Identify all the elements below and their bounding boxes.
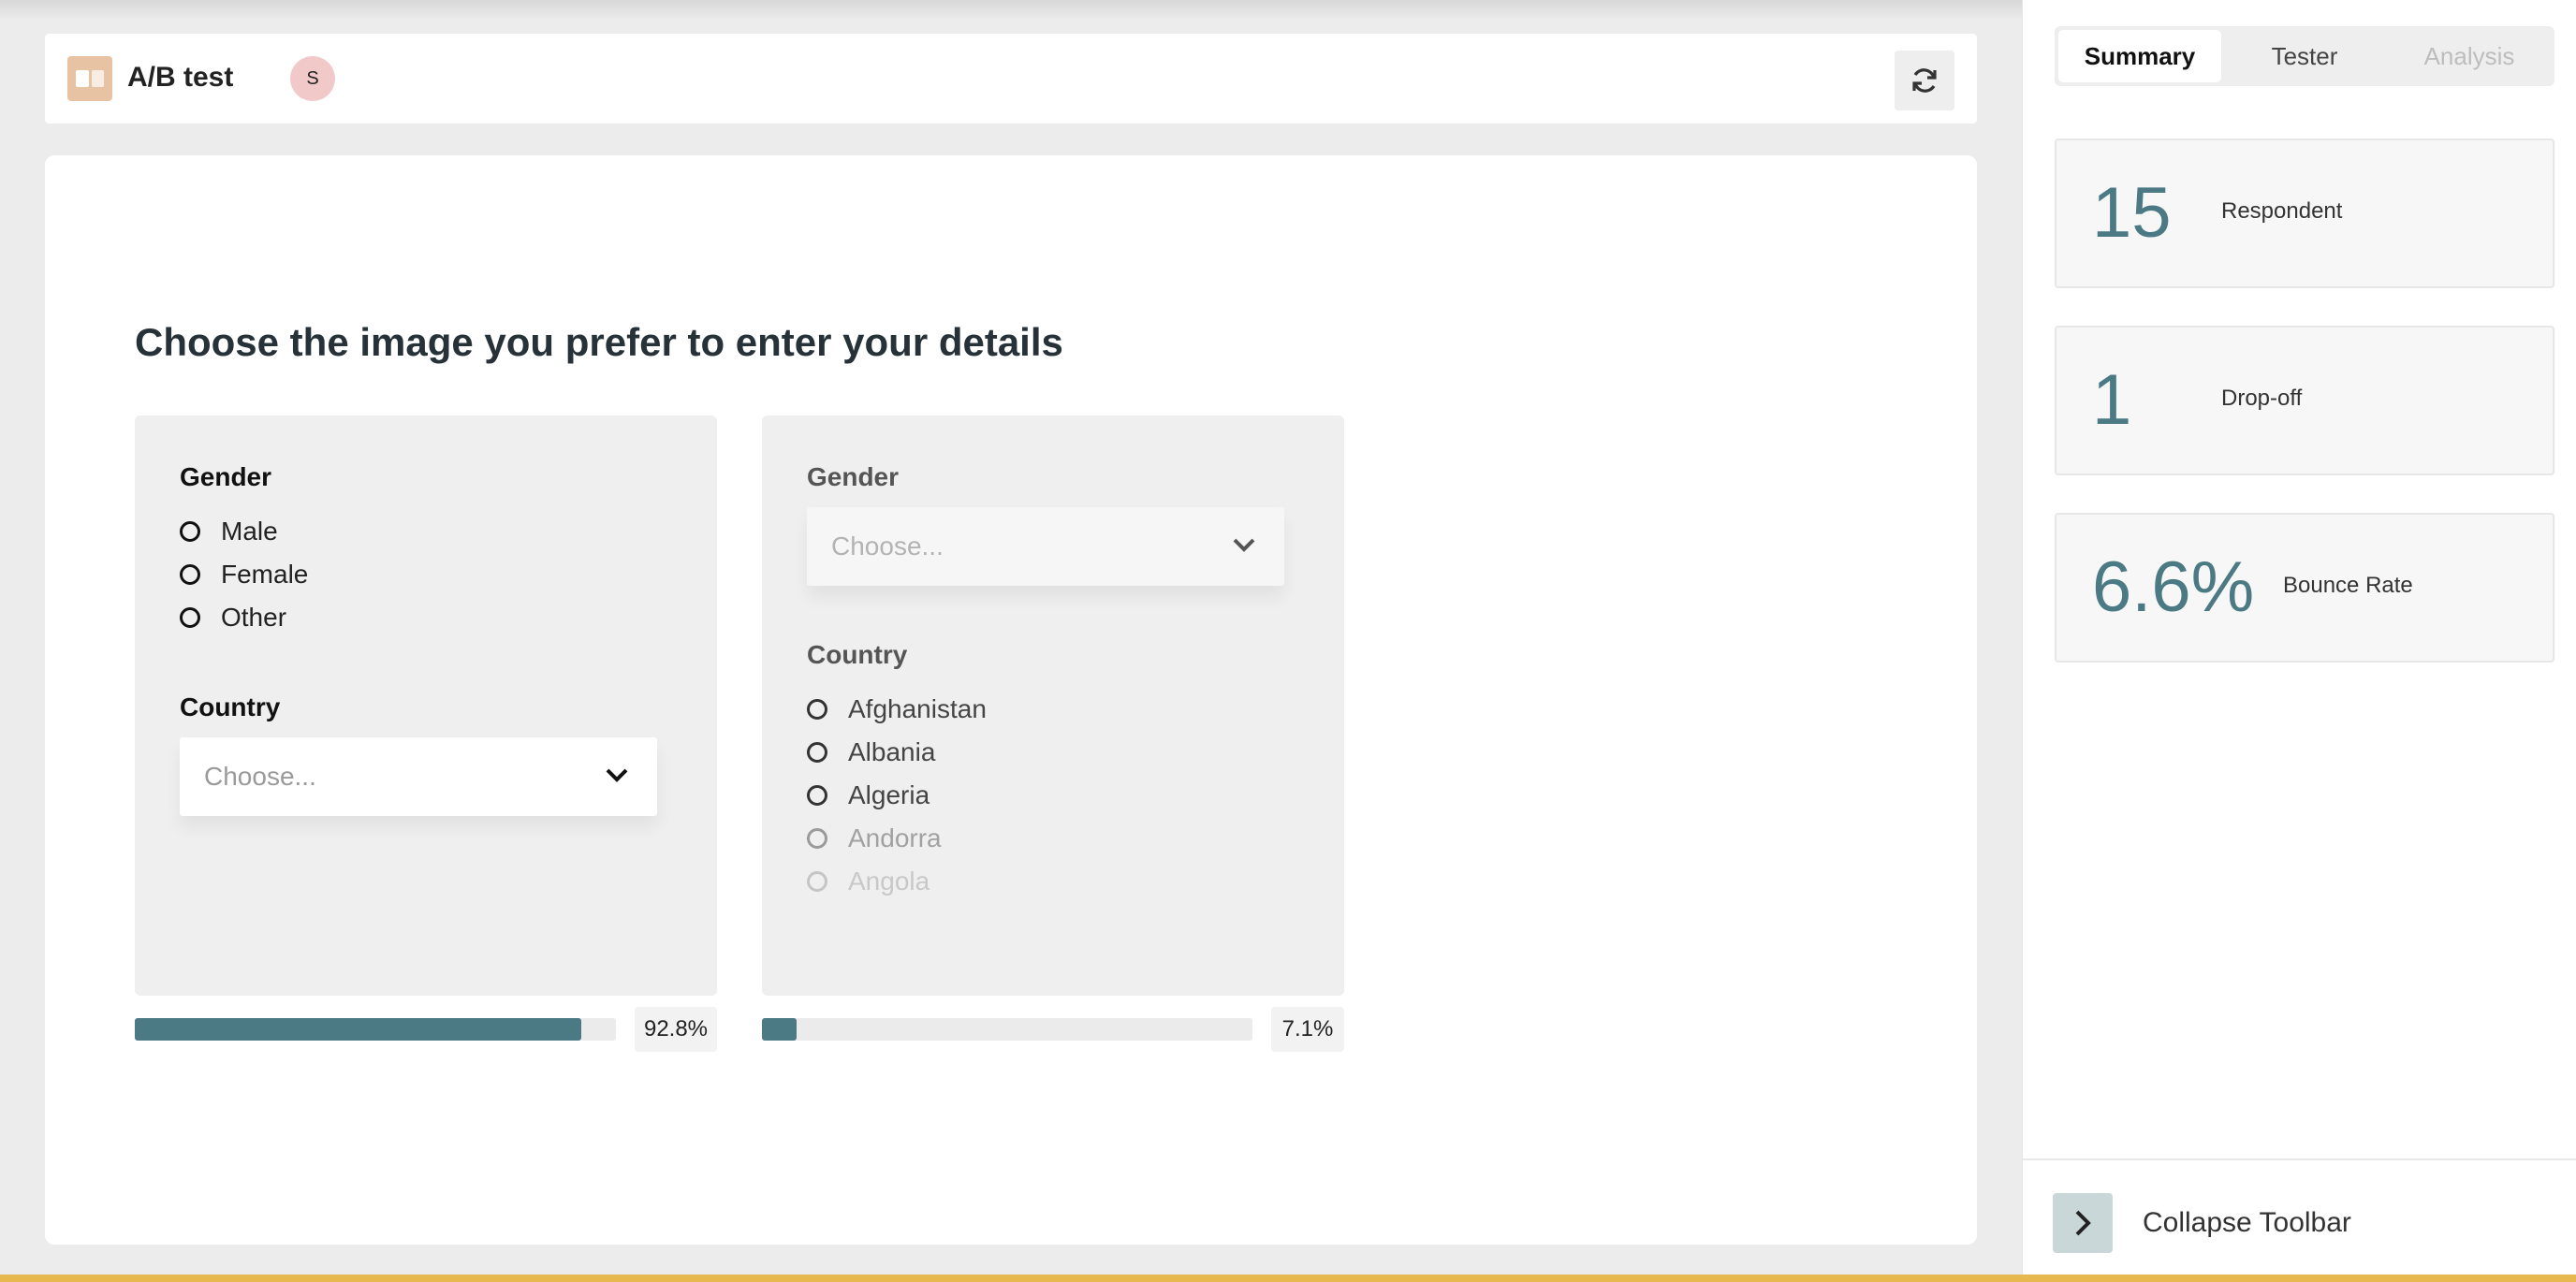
- radio-circle-icon: [807, 699, 827, 720]
- radio-label: Algeria: [848, 780, 930, 809]
- radio-label: Afghanistan: [848, 694, 987, 723]
- select-placeholder: Choose...: [831, 532, 944, 561]
- gender-label: Gender: [180, 462, 272, 491]
- page-title: A/B test: [127, 62, 234, 93]
- radio-circle-icon: [807, 828, 827, 849]
- radio-option-andorra[interactable]: Andorra: [807, 820, 942, 857]
- radio-option-albania[interactable]: Albania: [807, 734, 935, 771]
- gender-select[interactable]: Choose...: [807, 507, 1284, 586]
- tab-summary[interactable]: Summary: [2058, 30, 2221, 82]
- content-card: Choose the image you prefer to enter you…: [45, 155, 1977, 1245]
- radio-option-other[interactable]: Other: [180, 599, 286, 636]
- radio-option-algeria[interactable]: Algeria: [807, 777, 929, 814]
- radio-circle-icon: [180, 521, 200, 542]
- variant-a-result-fill: [135, 1018, 581, 1041]
- country-label: Country: [807, 640, 908, 669]
- radio-option-female[interactable]: Female: [180, 556, 308, 593]
- radio-label: Male: [221, 517, 278, 546]
- right-sidebar: Summary Tester Analysis 15 Respondent 1 …: [2022, 0, 2576, 1275]
- collapse-toolbar-button[interactable]: [2053, 1193, 2113, 1253]
- stat-value: 1: [2092, 360, 2132, 440]
- radio-circle-icon: [180, 607, 200, 628]
- radio-circle-icon: [807, 871, 827, 892]
- select-placeholder: Choose...: [204, 762, 316, 791]
- stat-card-respondent: 15 Respondent: [2055, 138, 2554, 288]
- variant-a-preview[interactable]: Gender Male Female Other Country Choose.…: [135, 415, 717, 996]
- variant-b-result-label: 7.1%: [1271, 1007, 1344, 1052]
- tab-tester[interactable]: Tester: [2223, 30, 2386, 82]
- bottom-border: [0, 1275, 2576, 1282]
- stat-label: Bounce Rate: [2283, 573, 2413, 598]
- radio-option-afghanistan[interactable]: Afghanistan: [807, 691, 987, 728]
- chevron-right-icon: [2075, 1210, 2091, 1236]
- radio-circle-icon: [807, 785, 827, 806]
- split-view-icon: [67, 56, 112, 101]
- radio-label: Other: [221, 603, 287, 632]
- variant-b-preview[interactable]: Gender Choose... Country Afghanistan Alb…: [762, 415, 1344, 996]
- country-select[interactable]: Choose...: [180, 737, 657, 816]
- main-area: A/B test S Choose the image you prefer t…: [0, 0, 2022, 1275]
- radio-label: Female: [221, 560, 309, 589]
- variant-b-result-bar: [762, 1018, 1252, 1041]
- radio-option-angola[interactable]: Angola: [807, 863, 929, 900]
- refresh-icon: [1912, 68, 1937, 93]
- gender-label: Gender: [807, 462, 900, 491]
- stat-value: 15: [2092, 173, 2172, 253]
- radio-option-male[interactable]: Male: [180, 513, 278, 550]
- radio-label: Angola: [848, 867, 930, 896]
- question-title: Choose the image you prefer to enter you…: [135, 320, 1063, 364]
- divider: [2023, 1158, 2576, 1160]
- tab-bar: Summary Tester Analysis: [2055, 26, 2554, 86]
- avatar[interactable]: S: [290, 56, 335, 101]
- top-shadow: [0, 0, 2022, 21]
- radio-label: Albania: [848, 737, 936, 766]
- radio-circle-icon: [807, 742, 827, 763]
- country-label: Country: [180, 692, 281, 721]
- top-bar: A/B test S: [45, 34, 1977, 124]
- stat-label: Respondent: [2221, 198, 2343, 224]
- stat-label: Drop-off: [2221, 386, 2303, 411]
- stat-value: 6.6%: [2092, 547, 2255, 627]
- variant-b-result-fill: [762, 1018, 798, 1041]
- variant-a-result-bar: [135, 1018, 616, 1041]
- chevron-down-icon: [1233, 538, 1255, 552]
- radio-circle-icon: [180, 564, 200, 585]
- stat-card-drop-off: 1 Drop-off: [2055, 326, 2554, 475]
- chevron-down-icon: [606, 768, 628, 782]
- collapse-toolbar-label[interactable]: Collapse Toolbar: [2143, 1207, 2351, 1239]
- variant-a-result-label: 92.8%: [635, 1007, 717, 1052]
- tab-analysis[interactable]: Analysis: [2388, 30, 2551, 82]
- stat-card-bounce-rate: 6.6% Bounce Rate: [2055, 513, 2554, 663]
- radio-label: Andorra: [848, 823, 942, 852]
- refresh-button[interactable]: [1895, 51, 1954, 110]
